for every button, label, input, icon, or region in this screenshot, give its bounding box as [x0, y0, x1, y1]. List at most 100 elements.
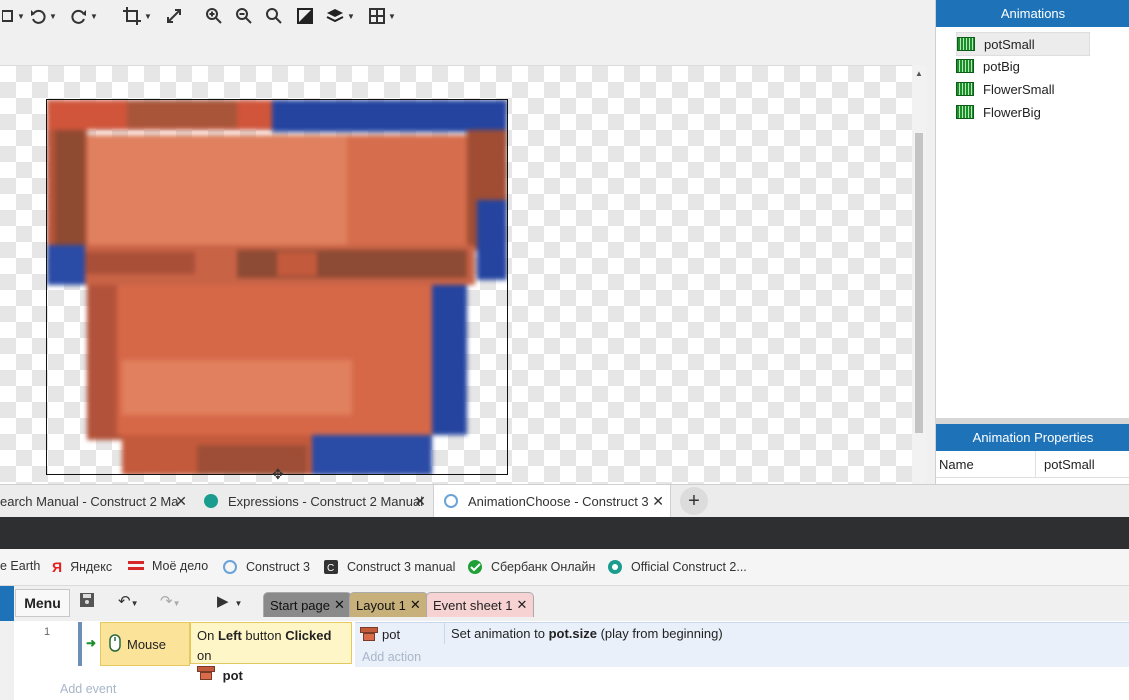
browser-tab-bar: earch Manual - Construct 2 Ma ✕ Expressi… — [0, 484, 1129, 518]
image-editor-toolbar: ▼ ▼ ▼ ▼ ▼ ▼ — [0, 0, 926, 32]
yandex-icon: Я — [52, 559, 63, 575]
animation-strip-icon — [956, 59, 974, 73]
rotate-cw-icon[interactable]: ▼ — [71, 6, 98, 26]
condition-object[interactable]: Mouse — [100, 622, 190, 666]
animation-item-flowerbig[interactable]: FlowerBig — [956, 101, 1088, 123]
event-row-handle[interactable] — [78, 622, 82, 666]
condition-mid: button — [241, 628, 286, 643]
add-action-link[interactable]: Add action — [362, 650, 421, 664]
bookmark-label: Official Construct 2... — [631, 560, 747, 574]
tab-title: earch Manual - Construct 2 Ma — [0, 493, 179, 509]
pot-icon — [197, 666, 215, 680]
animation-strip-icon — [957, 37, 975, 51]
crop-icon[interactable]: ▼ — [123, 6, 152, 26]
zoom-out-icon[interactable] — [236, 6, 252, 26]
grid-icon[interactable]: ▼ — [369, 6, 396, 26]
condition-text[interactable]: On Left button Clicked on pot — [190, 622, 352, 683]
resize-handle-icon[interactable]: ✥ — [272, 466, 284, 483]
close-icon[interactable]: ✕ — [410, 597, 421, 613]
tab-title: AnimationChoose - Construct 3 — [468, 493, 649, 509]
bookmarks-bar: e Earth Я Яндекс Моё дело Construct 3 C … — [0, 549, 1129, 586]
animation-item-label: FlowerSmall — [983, 81, 1055, 97]
animation-item-label: potSmall — [984, 36, 1035, 52]
redo-icon[interactable]: ↷▼ — [160, 592, 181, 610]
bookmark-label: Сбербанк Онлайн — [491, 560, 596, 574]
svg-text:C: C — [327, 563, 334, 574]
animation-item-potsmall[interactable]: potSmall — [956, 32, 1090, 56]
action-object-name: pot — [382, 626, 401, 642]
bookmark-construct3[interactable]: Construct 3 — [222, 559, 310, 575]
close-tab-icon[interactable]: ✕ — [652, 493, 664, 510]
animations-panel: Animations potSmall potBig FlowerSmall F… — [935, 0, 1129, 418]
canvas-scrollbar[interactable]: ▲ — [912, 65, 926, 483]
tab-label: Start page — [270, 597, 330, 613]
properties-panel-title: Animation Properties — [936, 424, 1129, 451]
property-value[interactable]: potSmall — [1036, 457, 1095, 472]
resize-icon[interactable] — [166, 6, 182, 26]
close-icon[interactable]: ✕ — [517, 597, 528, 613]
menu-button[interactable]: Menu — [15, 589, 70, 617]
undo-icon[interactable]: ↶▼ — [118, 592, 139, 610]
condition-target: pot — [222, 668, 243, 683]
animation-item-label: FlowerBig — [983, 104, 1041, 120]
save-icon[interactable] — [79, 592, 95, 612]
new-tab-button[interactable]: + — [680, 487, 708, 515]
tab-label: Event sheet 1 — [433, 597, 513, 613]
action-object[interactable]: pot — [360, 624, 442, 644]
tab-event-sheet-1[interactable]: Event sheet 1 ✕ — [426, 592, 535, 617]
event-sheet-margin — [0, 621, 14, 700]
close-tab-icon[interactable]: ✕ — [414, 493, 426, 510]
scrollbar-thumb[interactable] — [915, 133, 923, 433]
tab-start-page[interactable]: Start page ✕ — [263, 592, 352, 617]
condition-prefix: On — [197, 628, 218, 643]
zoom-in-icon[interactable] — [206, 6, 222, 26]
mouse-icon — [109, 633, 121, 655]
action-text[interactable]: Set animation to pot.size (play from beg… — [451, 626, 723, 641]
play-icon[interactable]: ▶ ▼ — [217, 592, 242, 610]
property-row-name[interactable]: Name potSmall — [936, 451, 1129, 478]
bookmark-earth[interactable]: e Earth — [0, 559, 40, 573]
bookmark-sberbank[interactable]: Сбербанк Онлайн — [467, 559, 595, 575]
tab-layout-1[interactable]: Layout 1 ✕ — [349, 592, 428, 617]
construct3-manual-icon: C — [323, 559, 339, 575]
action-suffix: (play from beginning) — [596, 626, 723, 641]
construct2-icon — [607, 559, 623, 575]
select-dropdown-icon[interactable]: ▼ — [2, 6, 25, 26]
add-event-link[interactable]: Add event — [60, 682, 116, 696]
bookmark-construct3-manual[interactable]: C Construct 3 manual — [323, 559, 455, 575]
bookmark-official-construct2[interactable]: Official Construct 2... — [607, 559, 747, 575]
bookmark-yandex[interactable]: Я Яндекс — [52, 559, 112, 575]
tab-title: Expressions - Construct 2 Manual — [228, 493, 424, 509]
bookmark-label: Моё дело — [152, 559, 209, 573]
bookmark-label: e Earth — [0, 559, 41, 573]
animation-item-flowersmall[interactable]: FlowerSmall — [956, 78, 1088, 100]
rotate-ccw-icon[interactable]: ▼ — [30, 6, 57, 26]
address-bar-area — [0, 517, 1129, 549]
image-canvas[interactable]: ✥ — [0, 65, 912, 484]
close-tab-icon[interactable]: ✕ — [175, 493, 187, 510]
event-number: 1 — [44, 626, 51, 638]
moe-delo-icon — [128, 560, 144, 572]
pot-sprite-image — [47, 100, 507, 474]
bookmark-label: Яндекс — [70, 560, 113, 574]
bookmark-label: Construct 3 — [246, 560, 310, 574]
condition-suffix: on — [197, 648, 212, 663]
layers-icon[interactable]: ▼ — [326, 6, 355, 26]
bookmark-moe-delo[interactable]: Моё дело — [128, 559, 208, 573]
close-icon[interactable]: ✕ — [334, 597, 345, 613]
bookmark-label: Construct 3 manual — [347, 560, 456, 574]
animation-item-potbig[interactable]: potBig — [956, 55, 1088, 77]
animations-panel-title: Animations — [936, 0, 1129, 27]
color-icon[interactable] — [297, 6, 313, 26]
toolbar-spacer — [0, 32, 926, 65]
scroll-up-icon[interactable]: ▲ — [915, 69, 923, 78]
animation-strip-icon — [956, 105, 974, 119]
browser-tab-expressions[interactable]: Expressions - Construct 2 Manual ✕ — [194, 485, 432, 517]
browser-tab-animationchoose[interactable]: AnimationChoose - Construct 3 ✕ — [433, 485, 671, 517]
property-name: Name — [936, 451, 1036, 477]
construct3-icon — [222, 559, 238, 575]
zoom-reset-icon[interactable] — [266, 6, 282, 26]
sprite-frame[interactable] — [46, 99, 508, 475]
browser-tab-search-manual[interactable]: earch Manual - Construct 2 Ma ✕ — [0, 485, 193, 517]
action-param: pot.size — [548, 626, 597, 641]
